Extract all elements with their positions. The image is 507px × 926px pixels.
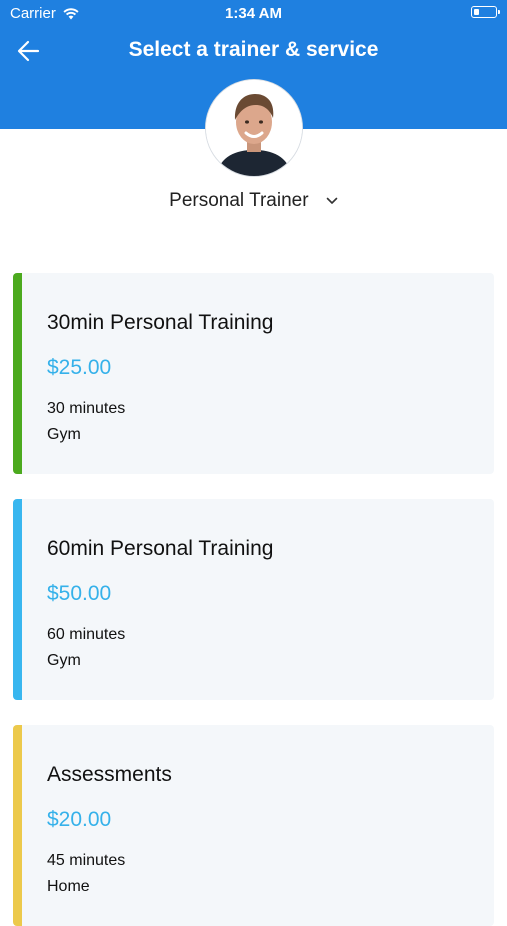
service-name: 30min Personal Training	[47, 311, 274, 334]
service-price: $50.00	[47, 582, 112, 605]
service-price: $25.00	[47, 356, 112, 379]
battery-icon	[471, 6, 500, 18]
service-duration: 60 minutes	[47, 626, 126, 643]
service-card[interactable]: Assessments $20.00 45 minutes Home	[13, 725, 494, 926]
trainer-dropdown[interactable]: Personal Trainer	[0, 190, 507, 212]
status-bar: Carrier 1:34 AM	[0, 0, 507, 28]
service-name: 60min Personal Training	[47, 537, 274, 560]
service-accent-bar	[13, 725, 22, 926]
service-location: Home	[47, 878, 90, 895]
service-duration: 30 minutes	[47, 400, 126, 417]
service-accent-bar	[13, 273, 22, 474]
trainer-role-label: Personal Trainer	[169, 190, 309, 211]
service-card[interactable]: 60min Personal Training $50.00 60 minute…	[13, 499, 494, 700]
trainer-avatar	[206, 80, 302, 176]
service-location: Gym	[47, 426, 81, 443]
status-time: 1:34 AM	[225, 5, 282, 22]
service-price: $20.00	[47, 808, 112, 831]
battery-level	[473, 8, 479, 15]
service-name: Assessments	[47, 763, 172, 786]
service-location: Gym	[47, 652, 81, 669]
chevron-down-icon	[326, 197, 338, 204]
service-duration: 45 minutes	[47, 852, 126, 869]
page-title: Select a trainer & service	[128, 38, 379, 61]
service-accent-bar	[13, 499, 22, 700]
trainer-photo	[206, 80, 302, 176]
service-card[interactable]: 30min Personal Training $25.00 30 minute…	[13, 273, 494, 474]
